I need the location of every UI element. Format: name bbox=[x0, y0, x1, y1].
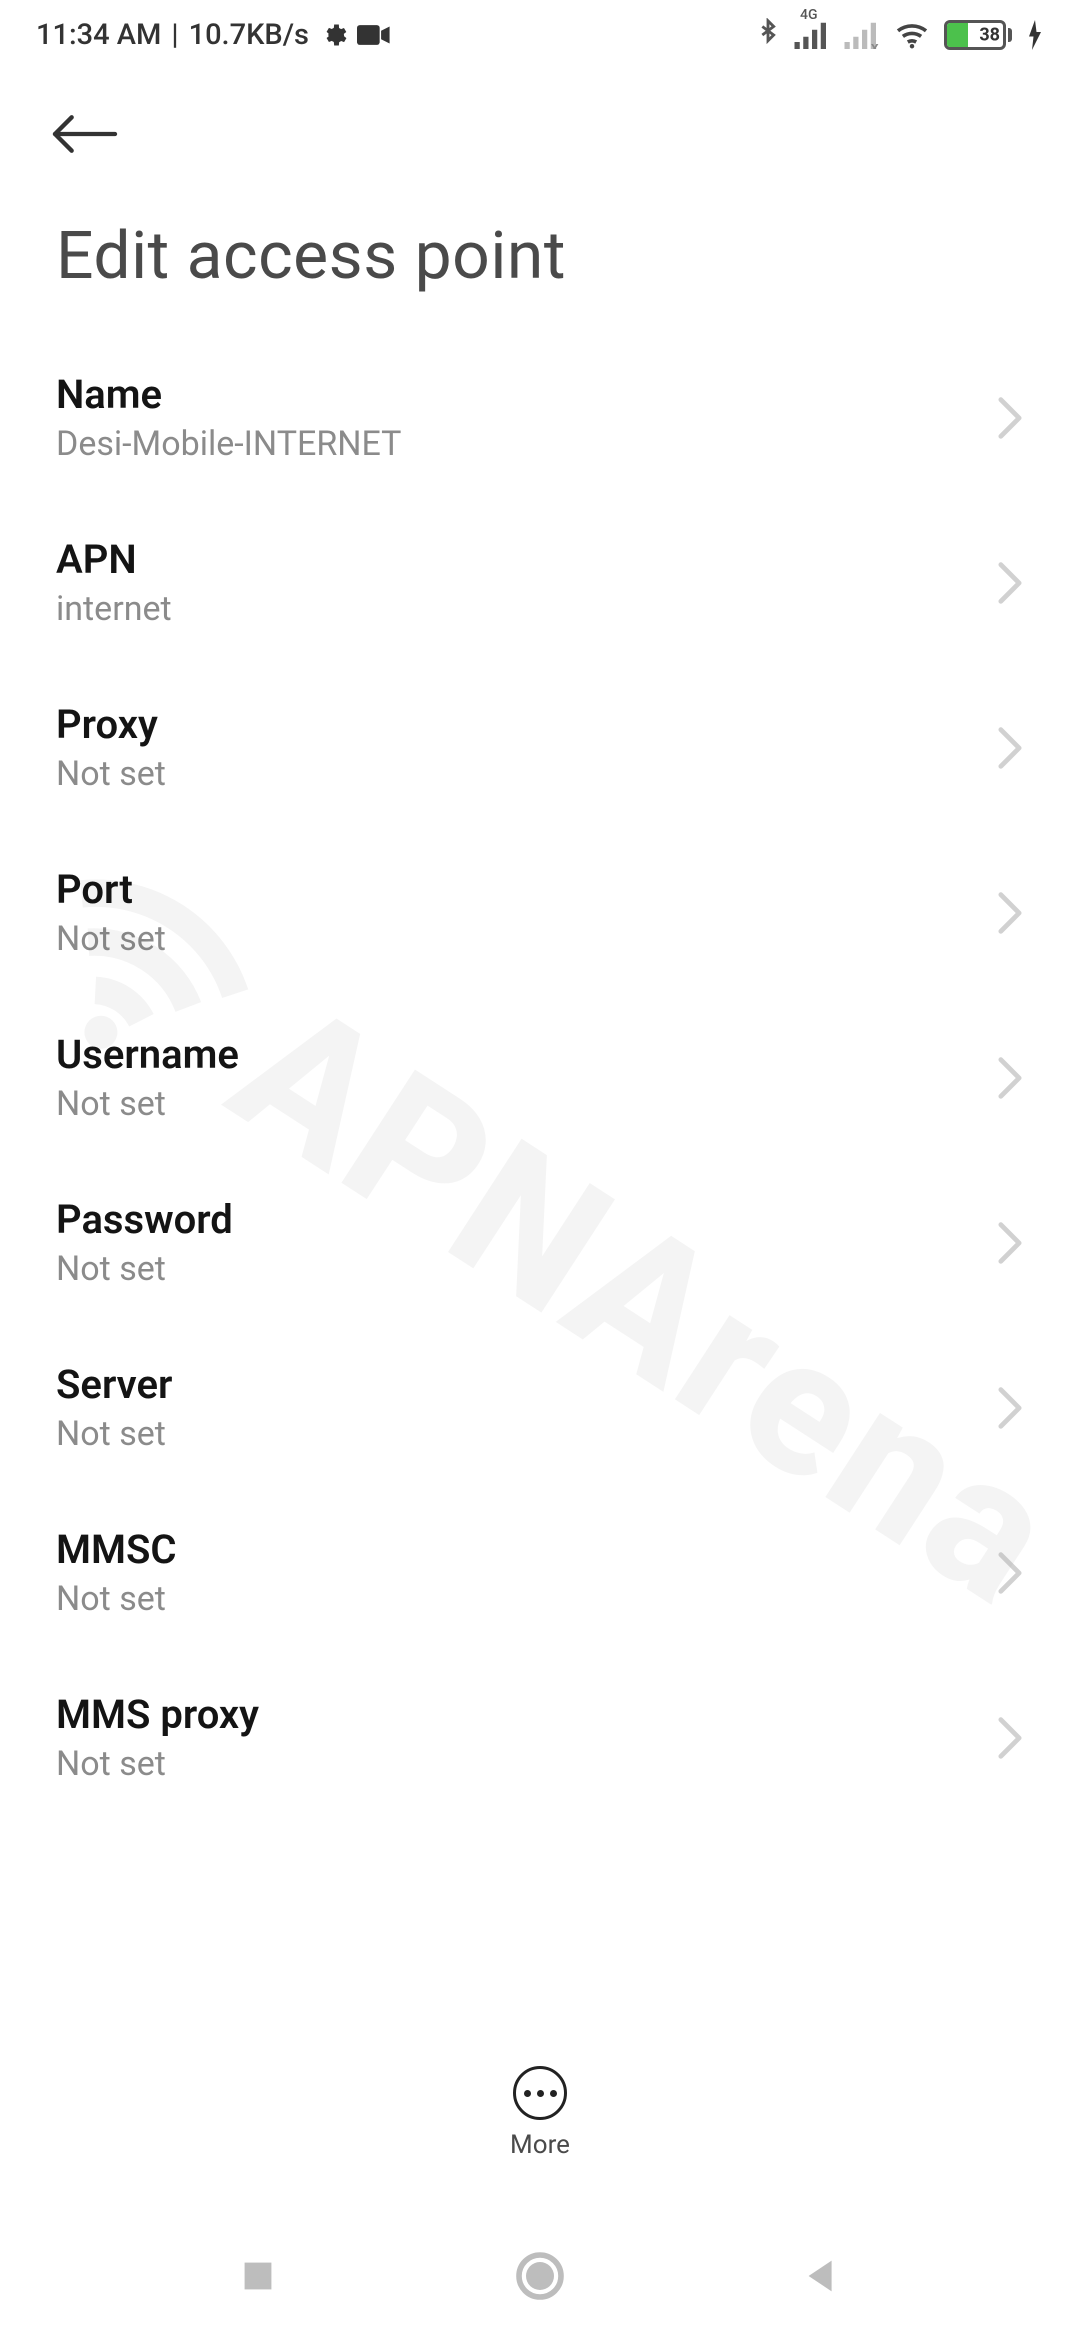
row-name[interactable]: Name Desi-Mobile-INTERNET bbox=[56, 335, 1024, 500]
bluetooth-icon bbox=[756, 18, 780, 52]
more-button[interactable] bbox=[513, 2066, 567, 2120]
row-password[interactable]: Password Not set bbox=[56, 1160, 1024, 1325]
row-label: Name bbox=[56, 371, 401, 418]
nav-home-button[interactable] bbox=[512, 2248, 568, 2304]
row-label: Port bbox=[56, 866, 166, 913]
row-label: APN bbox=[56, 536, 172, 583]
back-button[interactable] bbox=[50, 114, 120, 154]
camera-icon bbox=[357, 23, 391, 47]
row-value: Not set bbox=[56, 754, 166, 794]
more-dot-icon bbox=[524, 2090, 531, 2097]
gear-icon bbox=[319, 21, 347, 49]
row-apn[interactable]: APN internet bbox=[56, 500, 1024, 665]
row-port[interactable]: Port Not set bbox=[56, 830, 1024, 995]
nav-recents-button[interactable] bbox=[235, 2253, 281, 2299]
row-value: Not set bbox=[56, 1084, 239, 1124]
chevron-right-icon bbox=[996, 1056, 1024, 1100]
more-label: More bbox=[510, 2130, 570, 2160]
settings-list: Name Desi-Mobile-INTERNET APN internet Proxy… bbox=[0, 335, 1080, 1820]
navigation-bar bbox=[0, 2248, 1080, 2304]
status-separator: | bbox=[171, 18, 178, 52]
chevron-right-icon bbox=[996, 1716, 1024, 1760]
row-server[interactable]: Server Not set bbox=[56, 1325, 1024, 1490]
more-dot-icon bbox=[537, 2090, 544, 2097]
chevron-right-icon bbox=[996, 891, 1024, 935]
row-value: Desi-Mobile-INTERNET bbox=[56, 424, 401, 464]
svg-text:x: x bbox=[871, 38, 879, 50]
row-label: Password bbox=[56, 1196, 233, 1243]
battery-icon: 38 bbox=[944, 20, 1012, 50]
signal-2-icon: x bbox=[844, 21, 880, 49]
row-label: Username bbox=[56, 1031, 239, 1078]
page-title: Edit access point bbox=[0, 178, 1080, 335]
status-speed: 10.7KB/s bbox=[189, 18, 309, 52]
status-left: 11:34 AM | 10.7KB/s bbox=[36, 18, 391, 52]
row-value: Not set bbox=[56, 1249, 233, 1289]
row-username[interactable]: Username Not set bbox=[56, 995, 1024, 1160]
chevron-right-icon bbox=[996, 1551, 1024, 1595]
status-time: 11:34 AM bbox=[36, 18, 161, 52]
chevron-right-icon bbox=[996, 1221, 1024, 1265]
row-label: Proxy bbox=[56, 701, 166, 748]
chevron-right-icon bbox=[996, 1386, 1024, 1430]
row-mms-proxy[interactable]: MMS proxy Not set bbox=[56, 1655, 1024, 1820]
row-value: Not set bbox=[56, 1579, 177, 1619]
signal-1-icon: 4G bbox=[794, 21, 830, 49]
more-dot-icon bbox=[550, 2090, 557, 2097]
row-proxy[interactable]: Proxy Not set bbox=[56, 665, 1024, 830]
row-value: Not set bbox=[56, 919, 166, 959]
network-4g-label: 4G bbox=[800, 7, 818, 23]
row-value: Not set bbox=[56, 1414, 172, 1454]
row-value: Not set bbox=[56, 1744, 259, 1784]
nav-back-button[interactable] bbox=[799, 2253, 845, 2299]
more-area: More bbox=[0, 2066, 1080, 2160]
charging-icon bbox=[1026, 20, 1044, 50]
back-arrow-icon bbox=[50, 114, 120, 154]
chevron-right-icon bbox=[996, 561, 1024, 605]
row-label: Server bbox=[56, 1361, 172, 1408]
row-value: internet bbox=[56, 589, 172, 629]
header bbox=[0, 64, 1080, 178]
battery-percent-label: 38 bbox=[979, 25, 1000, 46]
row-label: MMS proxy bbox=[56, 1691, 259, 1738]
status-right: 4G x 38 bbox=[756, 18, 1044, 52]
wifi-icon bbox=[894, 21, 930, 49]
chevron-right-icon bbox=[996, 396, 1024, 440]
row-label: MMSC bbox=[56, 1526, 177, 1573]
row-mmsc[interactable]: MMSC Not set bbox=[56, 1490, 1024, 1655]
chevron-right-icon bbox=[996, 726, 1024, 770]
status-bar: 11:34 AM | 10.7KB/s 4G x 38 bbox=[0, 0, 1080, 64]
